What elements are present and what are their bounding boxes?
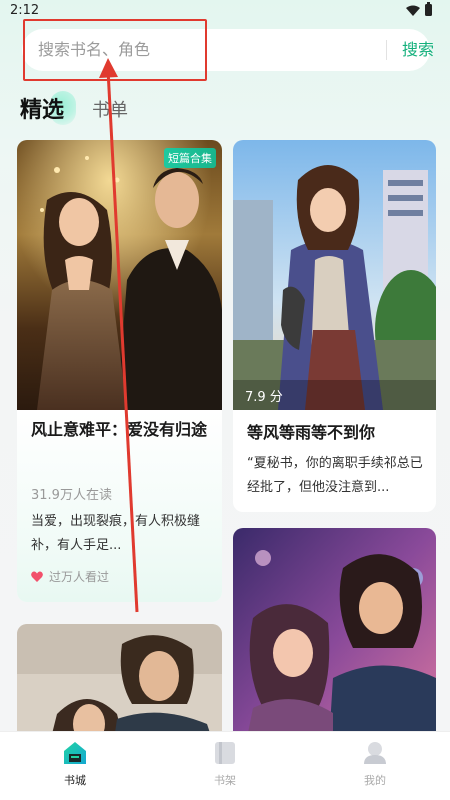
book-card-1[interactable]: 短篇合集 风止意难平：爱没有归途 31.9万人在读 当爱，出现裂痕，有人积极缝补…	[17, 140, 222, 602]
book-cover-1[interactable]: 短篇合集	[17, 140, 222, 410]
book-title-1[interactable]: 风止意难平：爱没有归途	[31, 416, 211, 444]
nav-profile-label: 我的	[364, 774, 386, 787]
book-card-4[interactable]	[233, 528, 436, 758]
tab-booklists[interactable]: 书单	[92, 96, 128, 122]
home-icon	[64, 742, 86, 764]
cover-illustration-2	[233, 140, 436, 410]
book-cover-4[interactable]	[233, 528, 436, 758]
wifi-icon	[406, 5, 420, 16]
nav-bookshelf[interactable]: 书架	[175, 732, 275, 800]
view-count-text: 过万人看过	[49, 570, 110, 584]
book-title-2[interactable]: 等风等雨等不到你	[247, 419, 427, 447]
reader-count: 31.9万人在读	[31, 488, 112, 503]
rating-score: 7.9 分	[245, 390, 283, 405]
search-divider	[386, 40, 387, 60]
book-cover-2[interactable]: 7.9 分	[233, 140, 436, 410]
search-button[interactable]: 搜索	[394, 29, 442, 71]
bottom-navigation: 书城 书架 我的	[0, 731, 450, 800]
nav-profile[interactable]: 我的	[325, 732, 425, 800]
tab-featured[interactable]: 精选	[20, 92, 64, 124]
nav-bookstore-label: 书城	[64, 774, 86, 787]
book-summary-2: “夏秘书，你的离职手续祁总已经批了，但他没注意到...	[247, 456, 423, 495]
view-count: 过万人看过	[31, 568, 109, 585]
nav-bookstore[interactable]: 书城	[25, 732, 125, 800]
highlight-box	[23, 19, 207, 81]
book-card-2[interactable]: 7.9 分 等风等雨等不到你 “夏秘书，你的离职手续祁总已经批了，但他没注意到.…	[233, 140, 436, 512]
heart-icon	[31, 571, 43, 582]
book-summary-1: 当爱，出现裂痕，有人积极缝补，有人手足...	[31, 514, 201, 553]
status-time: 2:12	[10, 3, 40, 18]
profile-icon	[364, 742, 386, 764]
cover-illustration-1	[17, 140, 222, 410]
bookshelf-icon	[215, 742, 235, 764]
battery-icon	[425, 2, 432, 16]
collection-badge: 短篇合集	[164, 148, 216, 168]
nav-bookshelf-label: 书架	[214, 774, 236, 787]
